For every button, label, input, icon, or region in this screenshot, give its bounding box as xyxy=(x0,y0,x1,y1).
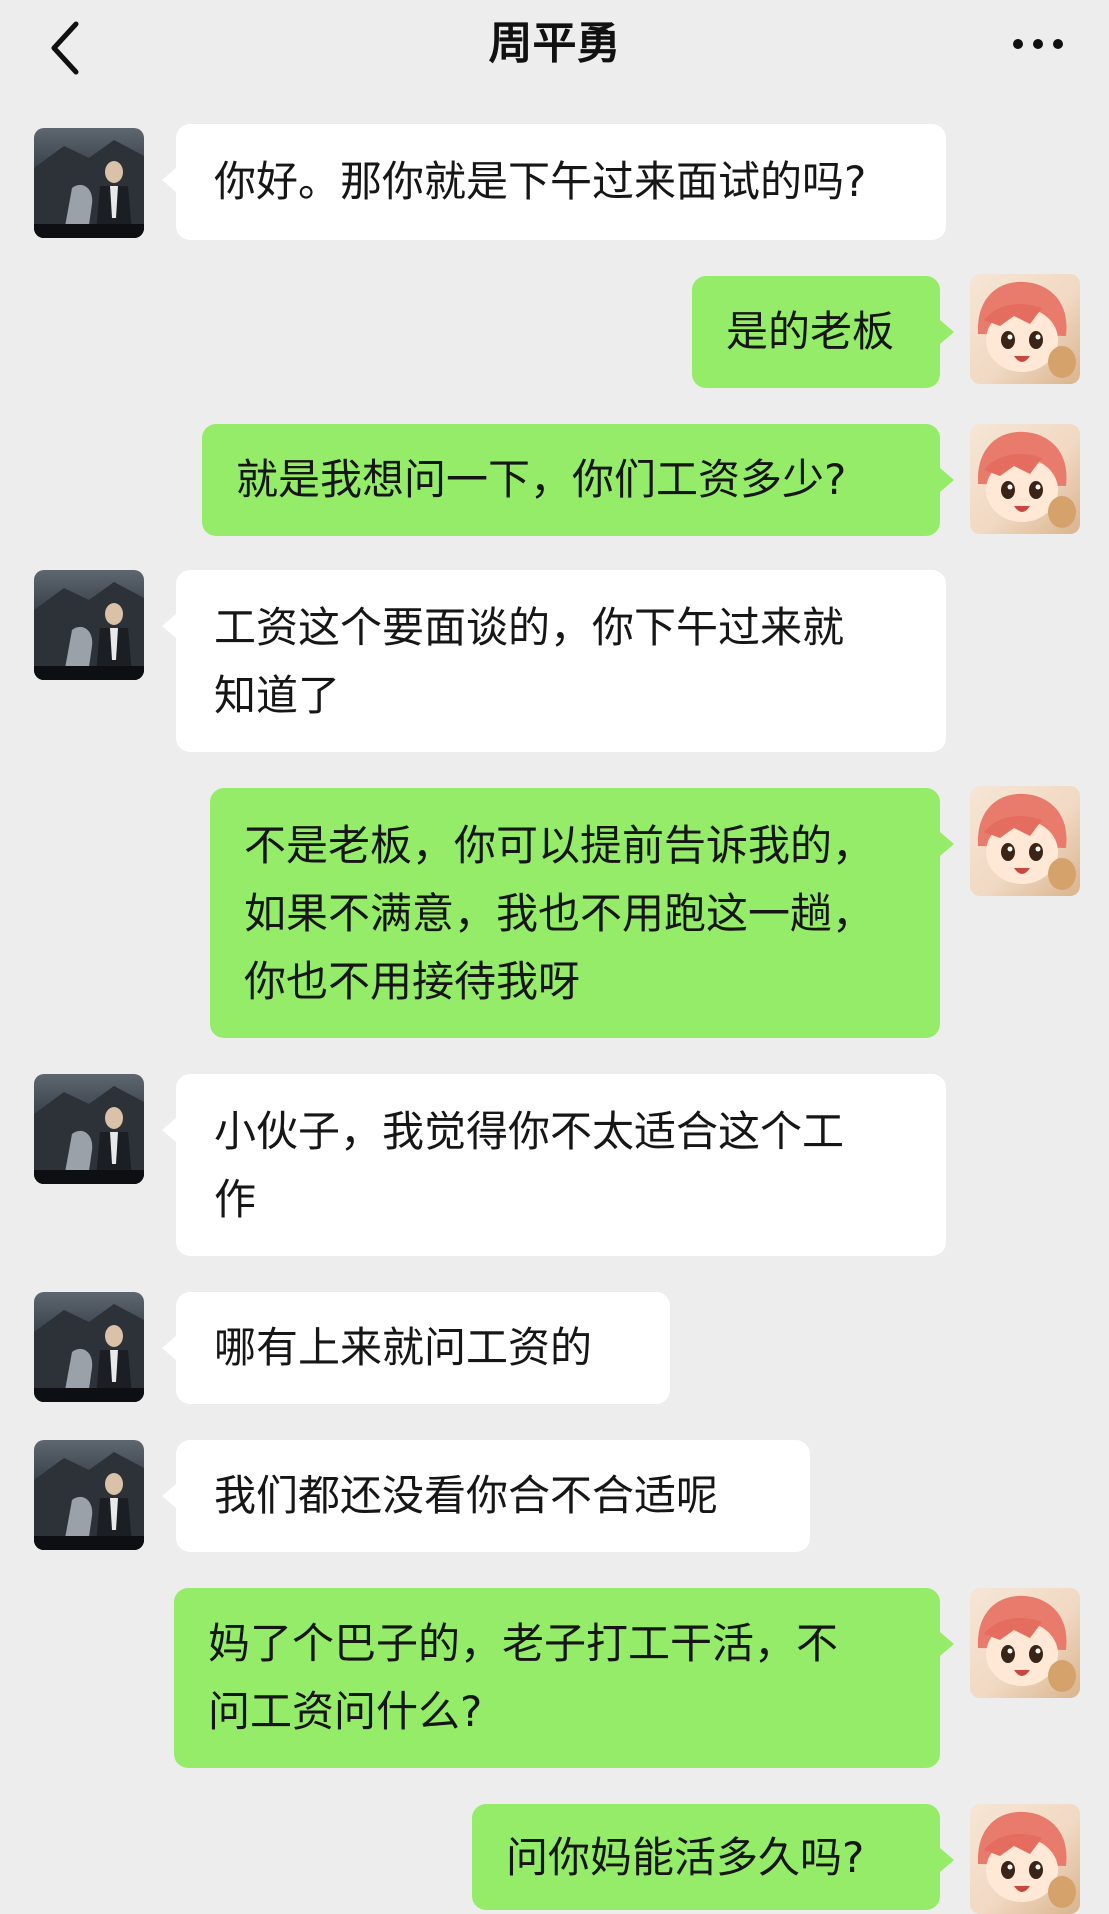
my-avatar[interactable] xyxy=(970,274,1080,384)
message-text: 问你妈能活多久吗? xyxy=(506,1833,865,1882)
sent-message-bubble[interactable]: 妈了个巴子的，老子打工干活，不 问工资问什么? xyxy=(174,1588,954,1768)
received-message-bubble[interactable]: 小伙子，我觉得你不太适合这个工 作 xyxy=(162,1074,946,1256)
sent-message-bubble[interactable]: 问你妈能活多久吗? xyxy=(472,1804,954,1910)
received-message-bubble[interactable]: 你好。那你就是下午过来面试的吗? xyxy=(162,124,946,240)
received-message-bubble[interactable]: 哪有上来就问工资的 xyxy=(162,1292,670,1404)
contact-avatar[interactable] xyxy=(34,128,144,238)
cartoon-avatar-icon xyxy=(977,1811,1076,1908)
contact-avatar[interactable] xyxy=(34,1074,144,1184)
cartoon-avatar-icon xyxy=(977,281,1076,378)
received-message-bubble[interactable]: 我们都还没看你合不合适呢 xyxy=(162,1440,810,1552)
sent-message-bubble[interactable]: 不是老板，你可以提前告诉我的， 如果不满意，我也不用跑这一趟， 你也不用接待我呀 xyxy=(210,788,954,1038)
avatar-photo-icon xyxy=(34,1304,144,1402)
my-avatar[interactable] xyxy=(970,1588,1080,1698)
message-text-line: 如果不满意，我也不用跑这一趟， xyxy=(244,889,875,938)
message-text-line: 作 xyxy=(214,1175,257,1224)
avatar-photo-icon xyxy=(34,1086,144,1184)
received-message-bubble[interactable]: 工资这个要面谈的，你下午过来就 知道了 xyxy=(162,570,946,752)
chat-header: 周平勇 xyxy=(0,0,1109,96)
my-avatar[interactable] xyxy=(970,1804,1080,1914)
message-text: 哪有上来就问工资的 xyxy=(214,1323,593,1372)
message-text-line: 妈了个巴子的，老子打工干活，不 xyxy=(208,1619,839,1668)
chat-title: 周平勇 xyxy=(488,18,621,69)
ellipsis-icon[interactable] xyxy=(1010,34,1066,54)
message-text-line: 问工资问什么? xyxy=(208,1687,483,1736)
message-text: 我们都还没看你合不合适呢 xyxy=(214,1471,719,1520)
avatar-photo-icon xyxy=(34,140,144,238)
contact-avatar[interactable] xyxy=(34,570,144,680)
cartoon-avatar-icon xyxy=(977,793,1076,890)
my-avatar[interactable] xyxy=(970,786,1080,896)
cartoon-avatar-icon xyxy=(977,431,1076,528)
avatar-photo-icon xyxy=(34,582,144,680)
my-avatar[interactable] xyxy=(970,424,1080,534)
message-text-line: 知道了 xyxy=(214,671,341,720)
cartoon-avatar-icon xyxy=(977,1595,1076,1692)
message-text: 你好。那你就是下午过来面试的吗? xyxy=(214,157,867,206)
avatar-photo-icon xyxy=(34,1452,144,1550)
contact-avatar[interactable] xyxy=(34,1440,144,1550)
contact-avatar[interactable] xyxy=(34,1292,144,1402)
message-text-line: 你也不用接待我呀 xyxy=(244,957,581,1006)
message-text: 就是我想问一下，你们工资多少? xyxy=(236,455,847,504)
sent-message-bubble[interactable]: 就是我想问一下，你们工资多少? xyxy=(202,424,954,536)
sent-message-bubble[interactable]: 是的老板 xyxy=(692,276,954,388)
message-text: 是的老板 xyxy=(726,307,895,356)
message-text-line: 工资这个要面谈的，你下午过来就 xyxy=(214,603,845,652)
message-text-line: 小伙子，我觉得你不太适合这个工 xyxy=(214,1107,845,1156)
message-text-line: 不是老板，你可以提前告诉我的， xyxy=(244,821,875,870)
